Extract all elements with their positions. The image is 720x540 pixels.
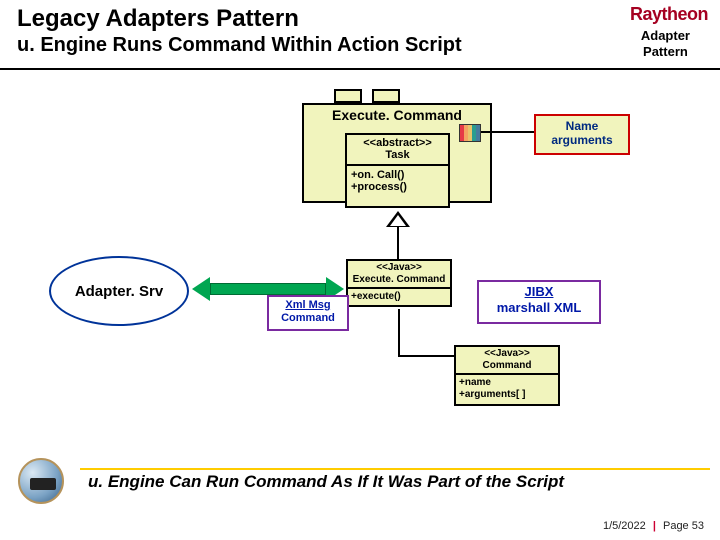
name-args-l2: arguments	[536, 133, 628, 147]
component-tab	[334, 89, 362, 103]
page-title: Legacy Adapters Pattern	[17, 6, 557, 32]
class-ops-extender	[345, 197, 450, 208]
name-arguments-note: Name arguments	[534, 114, 630, 155]
title-rule	[0, 68, 720, 70]
arrowhead-left-icon	[192, 277, 210, 301]
arrow-shaft	[210, 283, 326, 295]
stereotype: <<Java>>	[348, 262, 450, 274]
jibx-l1: JIBX	[479, 284, 599, 300]
footer-separator: |	[649, 520, 660, 532]
class-java-command: <<Java>> Command +name +arguments[ ]	[454, 345, 560, 406]
jibx-note: JIBX marshall XML	[477, 280, 601, 324]
title-block: Legacy Adapters Pattern u. Engine Runs C…	[17, 6, 557, 57]
class-head: <<Java>> Command	[456, 347, 558, 375]
adapter-srv-node: Adapter. Srv	[49, 256, 189, 326]
component-tab	[372, 89, 400, 103]
name-args-l1: Name	[536, 119, 628, 133]
generalization-line	[397, 227, 399, 259]
xml-msg-command-note: Xml Msg Command	[267, 295, 349, 331]
class-head: <<abstract>> Task	[347, 135, 448, 166]
association-line	[398, 309, 400, 357]
connector-line	[481, 131, 534, 133]
adapter-srv-label: Adapter. Srv	[75, 283, 163, 300]
class-ops: +execute()	[348, 289, 450, 305]
stereotype: <<Java>>	[456, 348, 558, 360]
palette-icon	[459, 124, 481, 142]
op: +process()	[351, 181, 444, 193]
adapter-pattern-l1: Adapter	[641, 28, 690, 44]
page-subtitle: u. Engine Runs Command Within Action Scr…	[17, 34, 557, 57]
xml-msg-l1: Xml Msg	[269, 299, 347, 312]
seal-icon	[18, 458, 64, 504]
xml-msg-l2: Command	[269, 312, 347, 325]
divider	[80, 468, 710, 470]
op: +execute()	[351, 291, 447, 302]
attr: +name	[459, 377, 555, 389]
footer-date: 1/5/2022	[603, 520, 646, 532]
class-ops: +on. Call() +process()	[347, 166, 448, 198]
attr: +arguments[ ]	[459, 389, 555, 401]
stereotype: <<abstract>>	[347, 137, 448, 149]
summary-caption: u. Engine Can Run Command As If It Was P…	[88, 472, 564, 492]
footer: 1/5/2022 | Page 53	[603, 520, 704, 532]
execute-command-label: Execute. Command	[302, 107, 492, 123]
op: +on. Call()	[351, 169, 444, 181]
class-ops: +name +arguments[ ]	[456, 375, 558, 404]
adapter-pattern-label: Adapter Pattern	[641, 28, 690, 59]
class-head: <<Java>> Execute. Command	[348, 261, 450, 289]
class-java-execute-command: <<Java>> Execute. Command +execute()	[346, 259, 452, 307]
jibx-l2: marshall XML	[479, 300, 599, 316]
class-name: Execute. Command	[348, 274, 450, 286]
association-line	[398, 355, 454, 357]
class-task: <<abstract>> Task +on. Call() +process()	[345, 133, 450, 200]
class-name: Command	[456, 360, 558, 372]
brand-logo: Raytheon	[630, 4, 708, 25]
class-name: Task	[347, 149, 448, 161]
footer-page-number: 53	[692, 520, 704, 532]
footer-page-label: Page	[663, 520, 689, 532]
adapter-pattern-l2: Pattern	[641, 44, 690, 60]
generalization-arrowhead	[386, 211, 410, 227]
